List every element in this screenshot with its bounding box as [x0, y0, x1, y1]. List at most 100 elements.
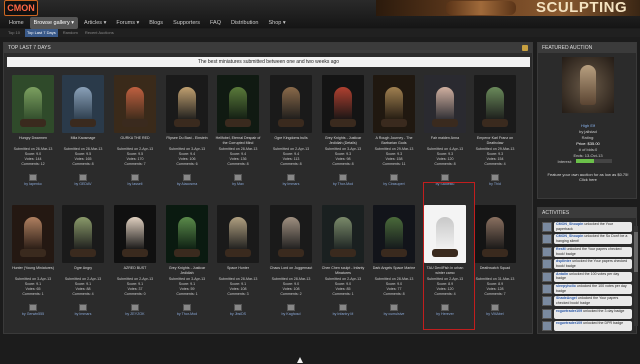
miniature-title[interactable]: AZRED BUST: [112, 266, 158, 271]
activity-item[interactable]: Antalin unlocked the 100 votes per day b…: [542, 271, 634, 283]
user-avatar[interactable]: [183, 304, 191, 311]
activity-user[interactable]: CMON_Shoupin: [556, 222, 583, 226]
activity-avatar[interactable]: [542, 308, 552, 319]
miniature-author[interactable]: by cumulsive: [371, 312, 417, 317]
miniature-author[interactable]: by Thid: [472, 182, 518, 187]
activity-user[interactable]: dsplinter: [556, 259, 571, 263]
miniature-card[interactable]: Grey Knights - Justicar Jedidiah Submitte…: [164, 205, 210, 323]
miniature-thumbnail[interactable]: [270, 205, 312, 263]
site-logo[interactable]: CMON: [4, 0, 38, 16]
activity-user[interactable]: sleepyhollo: [556, 284, 576, 288]
activity-avatar[interactable]: [542, 284, 552, 294]
miniature-card[interactable]: Ogre Angry Submitted on 2-Apr-13 Score: 9.…: [60, 205, 106, 323]
auction-name[interactable]: High Elf: [538, 123, 638, 128]
nav-blogs[interactable]: Blogs: [145, 17, 167, 29]
miniature-card[interactable]: Hellfobel, Eternal Despair of the Corrup…: [215, 75, 261, 193]
miniature-thumbnail[interactable]: [62, 75, 104, 133]
user-avatar[interactable]: [390, 304, 398, 311]
nav-distribution[interactable]: Distribution: [227, 17, 263, 29]
nav-faq[interactable]: FAQ: [206, 17, 225, 29]
nav-articles[interactable]: Articles ▾: [80, 17, 110, 29]
miniature-thumbnail[interactable]: [474, 75, 516, 133]
miniature-card[interactable]: Flipsee Du Bast - Einstein Submitted on 3…: [164, 75, 210, 193]
user-avatar[interactable]: [287, 304, 295, 311]
activity-user[interactable]: CMON_Shoupin: [556, 234, 583, 238]
miniature-title[interactable]: A Rough Journey - The Barbarian Gods: [371, 136, 417, 145]
miniature-title[interactable]: Ogre Angry: [60, 266, 106, 271]
miniature-title[interactable]: Hungry Dwarmen: [10, 136, 56, 141]
activity-avatar[interactable]: [542, 234, 552, 245]
miniature-author[interactable]: by Max: [215, 182, 261, 187]
activities-scrollbar[interactable]: [634, 226, 638, 326]
miniature-title[interactable]: Ogre Kingdoms bulls: [268, 136, 314, 141]
miniature-title[interactable]: Hunter (Young Miniatures): [10, 266, 56, 271]
miniature-author[interactable]: by Thor-Mod: [164, 312, 210, 317]
user-avatar[interactable]: [287, 174, 295, 181]
miniature-title[interactable]: Dark Angels Space Marine: [371, 266, 417, 271]
user-avatar[interactable]: [79, 174, 87, 181]
user-avatar[interactable]: [29, 304, 37, 311]
miniature-thumbnail[interactable]: [166, 75, 208, 133]
miniature-title[interactable]: Mila Kaosmage: [60, 136, 106, 141]
miniature-thumbnail[interactable]: [322, 75, 364, 133]
subnav-top-10[interactable]: Top 10: [6, 29, 22, 37]
activity-user[interactable]: ResM: [556, 247, 566, 251]
user-avatar[interactable]: [491, 304, 499, 311]
miniature-thumbnail[interactable]: [217, 205, 259, 263]
miniature-card[interactable]: Mila Kaosmage Submitted on 28-Mar-13 Score…: [60, 75, 106, 193]
activity-avatar[interactable]: [542, 246, 552, 257]
subnav-random[interactable]: Random: [61, 29, 80, 37]
activity-item[interactable]: ResM unlocked the Your papers checked bo…: [542, 246, 634, 258]
nav-supporters[interactable]: Supporters: [169, 17, 204, 29]
activity-user[interactable]: roguetrader109: [556, 321, 582, 325]
nav-home[interactable]: Home: [5, 17, 28, 29]
miniature-author[interactable]: by Aiacosma: [164, 182, 210, 187]
miniature-thumbnail[interactable]: [12, 205, 54, 263]
auction-promo[interactable]: Feature your own auction for as low as $…: [538, 172, 638, 182]
miniature-thumbnail[interactable]: [12, 75, 54, 133]
miniature-thumbnail[interactable]: [373, 205, 415, 263]
miniature-author[interactable]: by JbsiDS: [215, 312, 261, 317]
miniature-card[interactable]: Fair maiden Anna Submitted on 4-Apr-13 Sco…: [422, 75, 468, 193]
miniature-card[interactable]: Grey Knights - Justicar Jedidiah (Detail…: [320, 75, 366, 193]
miniature-title[interactable]: Grey Knights - Justicar Jedidiah (Detail…: [320, 136, 366, 145]
miniature-title[interactable]: Grey Knights - Justicar Jedidiah: [164, 266, 210, 275]
miniature-title[interactable]: Flipsee Du Bast - Einstein: [164, 136, 210, 141]
activity-item[interactable]: roguetrader109 unlocked the 3 day badge: [542, 308, 634, 320]
miniature-author[interactable]: by GEDAV: [60, 182, 106, 187]
miniature-card[interactable]: Chaos Lord on Juggernaut Submitted on 28-…: [268, 205, 314, 323]
user-avatar[interactable]: [183, 174, 191, 181]
nav-shop[interactable]: Shop ▾: [265, 17, 290, 29]
miniature-title[interactable]: Deathwatch Squad: [472, 266, 518, 271]
miniature-author[interactable]: by Thor-Mod: [320, 182, 366, 187]
miniature-card[interactable]: Emperor Karl Franz on Deathclaw Submitted…: [472, 75, 518, 193]
nav-browse-gallery[interactable]: Browse gallery ▾: [29, 17, 79, 29]
user-avatar[interactable]: [131, 174, 139, 181]
miniature-author[interactable]: by Infantry M: [320, 312, 366, 317]
user-avatar[interactable]: [131, 304, 139, 311]
miniature-title[interactable]: Chaos Lord on Juggernaut: [268, 266, 314, 271]
activity-item[interactable]: CMON_Shoupin unlocked the Your paperback: [542, 222, 634, 233]
miniature-card[interactable]: GURKA THE RED Submitted on 2-Apr-13 Score:…: [112, 75, 158, 193]
subnav-recent-auctions[interactable]: Recent Auctions: [83, 29, 116, 37]
user-avatar[interactable]: [234, 304, 242, 311]
miniature-thumbnail[interactable]: [114, 205, 156, 263]
miniature-author[interactable]: by Gerwin555: [10, 312, 56, 317]
activity-avatar[interactable]: [542, 259, 552, 270]
miniature-card[interactable]: A Rough Journey - The Barbarian Gods Subm…: [371, 75, 417, 193]
user-avatar[interactable]: [234, 174, 242, 181]
ad-banner[interactable]: SCULPTING: [376, 0, 640, 16]
miniature-card[interactable]: Chen Chen sculpt - Infanty Minatures Subm…: [320, 205, 366, 323]
miniature-title[interactable]: Chen Chen sculpt - Infanty Minatures: [320, 266, 366, 275]
miniature-card[interactable]: Hungry Dwarmen Submitted on 26-Mar-13 Scor…: [10, 75, 56, 193]
activity-avatar[interactable]: [542, 321, 552, 332]
miniature-thumbnail[interactable]: [62, 205, 104, 263]
miniature-title[interactable]: Fair maiden Anna: [422, 136, 468, 141]
user-avatar[interactable]: [441, 174, 449, 181]
activity-avatar[interactable]: [542, 222, 552, 232]
miniature-thumbnail[interactable]: [322, 205, 364, 263]
user-avatar[interactable]: [29, 174, 37, 181]
miniature-card[interactable]: Space Hunter Submitted on 28-Mar-13 Score:…: [215, 205, 261, 323]
user-avatar[interactable]: [390, 174, 398, 181]
miniature-card[interactable]: Ogre Kingdoms bulls Submitted on 2-Apr-13…: [268, 75, 314, 193]
